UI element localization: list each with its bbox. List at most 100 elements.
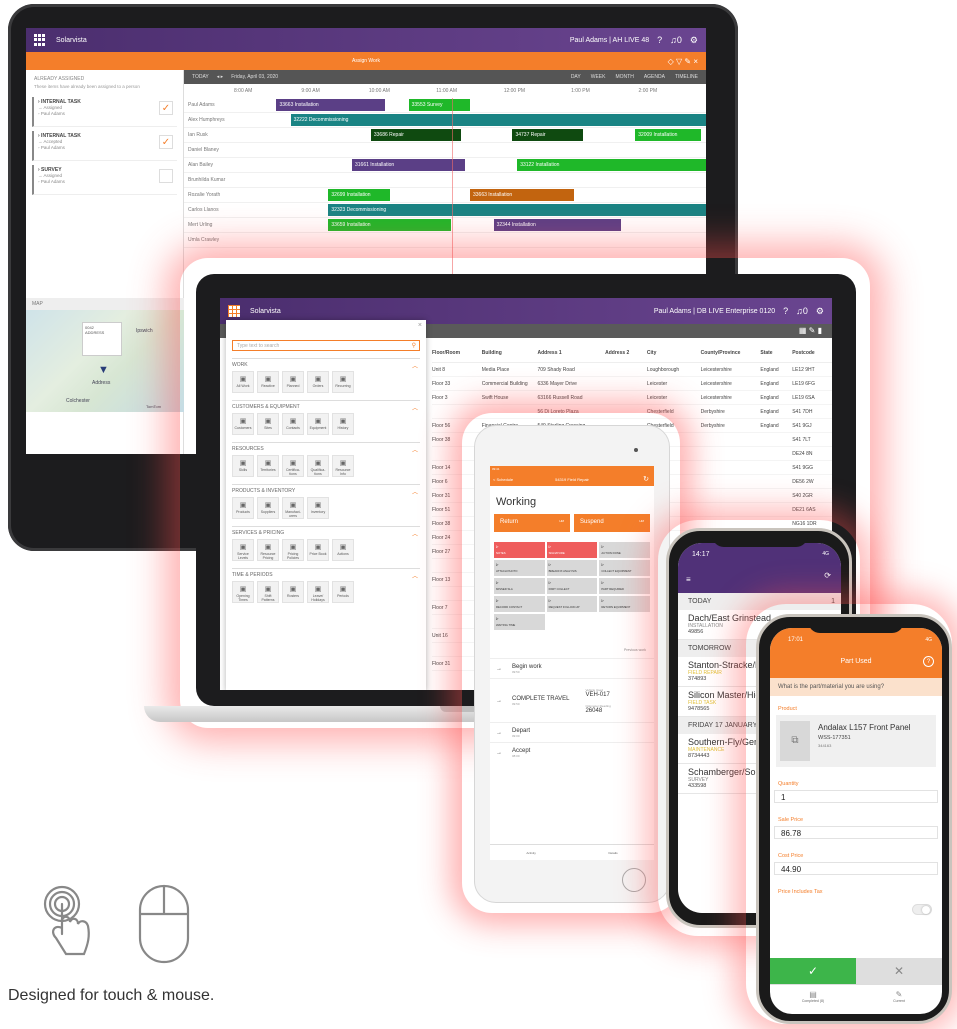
footer-completed[interactable]: ▤ Completed (8) — [770, 985, 856, 1014]
toolbar-actions-icons[interactable]: ▦ ✎ ▮ — [799, 326, 822, 335]
column-header[interactable]: Address 1 — [537, 350, 605, 356]
tax-toggle[interactable] — [912, 904, 932, 915]
cancel-button[interactable]: ✕ — [856, 958, 942, 984]
status-button[interactable]: Suspend HM — [574, 514, 650, 532]
tab-details[interactable]: Details — [609, 851, 618, 860]
column-header[interactable]: Postcode — [792, 350, 832, 356]
column-header[interactable]: City — [647, 350, 701, 356]
table-row[interactable]: Floor 3 Swift House 63166 Russell Road Leic… — [432, 391, 832, 405]
menu-tile[interactable]: ▣ Skills — [232, 455, 254, 477]
menu-tile[interactable]: ▣ Resource Info — [332, 455, 354, 477]
table-row[interactable]: Floor 33 Commercial Building 6336 Mayer Dr… — [432, 377, 832, 391]
menu-tile[interactable]: ▣ Service Levels — [232, 539, 254, 561]
action-tile[interactable]: ▹ ATTACH PHOTO — [494, 560, 545, 576]
action-tile[interactable]: ▹ REQUEST FOLLOW-UP — [546, 596, 598, 612]
status-button[interactable]: Return HM — [494, 514, 570, 532]
assigned-task[interactable]: › INTERNAL TASK → Assigned ◦ Paul Adams ✓ — [32, 97, 177, 127]
map-pin-icon[interactable]: ▼ — [98, 364, 109, 376]
menu-tile[interactable]: ▣ Equipment — [307, 413, 329, 435]
menu-tile[interactable]: ▣ Actions — [332, 539, 354, 561]
apps-grid-icon[interactable] — [228, 305, 240, 317]
menu-tile[interactable]: ▣ Manufact-urers — [282, 497, 304, 519]
previous-work-link[interactable]: Previous work — [490, 630, 654, 658]
chevron-up-icon[interactable]: ︿ — [412, 403, 418, 412]
menu-search-input[interactable]: Type text to search ⚲ — [232, 340, 420, 351]
user-label[interactable]: Paul Adams | DB LIVE Enterprise 0120 — [654, 308, 775, 315]
menu-tile[interactable]: ▣ Products — [232, 497, 254, 519]
view-tab[interactable]: WEEK — [591, 74, 606, 80]
column-header[interactable]: State — [760, 350, 792, 356]
footer-current[interactable]: ✎ Current — [856, 985, 942, 1014]
menu-tile[interactable]: ▣ Pricing Policies — [282, 539, 304, 561]
menu-tile[interactable]: ▣ Customers — [232, 413, 254, 435]
chevron-up-icon[interactable]: ︿ — [412, 361, 418, 370]
action-tile[interactable]: ▹ PART REQUIRED — [599, 578, 650, 594]
column-header[interactable]: Floor/Room — [432, 350, 482, 356]
confirm-button[interactable]: ✓ — [770, 958, 856, 984]
action-tile[interactable]: ▹ ACTION DONE — [599, 542, 650, 558]
task-checkbox[interactable]: ✓ — [159, 101, 173, 115]
menu-tile[interactable]: ▣ All Work — [232, 371, 254, 393]
timeline-item[interactable]: → Accept 08:00 — [490, 742, 654, 762]
job-bar[interactable]: 32222 Decommissioning — [290, 114, 706, 126]
menu-icon[interactable]: ≡ — [686, 575, 691, 584]
close-icon[interactable]: × — [418, 322, 422, 329]
refresh-icon[interactable]: ↻ — [643, 475, 649, 483]
job-bar[interactable]: 33659 Installation — [328, 219, 452, 231]
menu-tile[interactable]: ▣ Contacts — [282, 413, 304, 435]
timeline-item[interactable]: → Begin work 09:50 — [490, 658, 654, 678]
view-tab[interactable]: DAY — [571, 74, 581, 80]
help-icon[interactable]: ? — [657, 35, 662, 45]
menu-tile[interactable]: ▣ Reactive — [257, 371, 279, 393]
back-button[interactable]: < Schedule — [493, 477, 513, 482]
menu-tile[interactable]: ▣ Recurring — [332, 371, 354, 393]
view-tab[interactable]: AGENDA — [644, 74, 665, 80]
prev-next-icons[interactable]: ◂ ▸ — [217, 74, 223, 80]
column-header[interactable]: County/Province — [701, 350, 761, 356]
job-bar[interactable]: 32699 Installation — [328, 189, 390, 201]
job-bar[interactable]: 33553 Survey — [408, 99, 470, 111]
job-bar[interactable]: 33663 Installation — [470, 189, 574, 201]
column-header[interactable]: Address 2 — [605, 350, 647, 356]
menu-tile[interactable]: ▣ Resource Pricing — [257, 539, 279, 561]
search-icon[interactable]: ⚲ — [412, 342, 416, 349]
menu-tile[interactable]: ▣ Qualifica-tions — [307, 455, 329, 477]
job-bar[interactable]: 32009 Installation — [635, 129, 702, 141]
action-tile[interactable]: ▹ NOTES — [494, 542, 545, 558]
table-row[interactable]: Unit 8 Media Place 709 Shady Road Loughboro… — [432, 363, 832, 377]
assigned-task[interactable]: › INTERNAL TASK → Accepted ◦ Paul Adams ✓ — [32, 131, 177, 161]
map-view[interactable]: 0042 ADDRESS ▼ Ipswich Address Colcheste… — [26, 310, 184, 412]
timeline-item[interactable]: → Depart 09:00 — [490, 722, 654, 742]
user-label[interactable]: Paul Adams | AH LIVE 48 — [570, 37, 649, 44]
product-card[interactable]: ⧉ Andalax L157 Front Panel WSS-177351 34… — [776, 715, 936, 767]
quantity-input[interactable]: 1 — [774, 790, 938, 803]
task-checkbox[interactable]: ✓ — [159, 135, 173, 149]
menu-tile[interactable]: ▣ Shift Patterns — [257, 581, 279, 603]
action-tile[interactable]: ▹ COLLECT EQUIPMENT — [599, 560, 650, 576]
date-label[interactable]: Friday, April 03, 2020 — [231, 74, 278, 80]
task-checkbox[interactable] — [159, 169, 173, 183]
action-tile[interactable]: ▹ RETURN EQUIPMENT — [599, 596, 650, 612]
action-tile[interactable]: ▹ SIGNATURE — [546, 542, 598, 558]
menu-tile[interactable]: ▣ Periods — [332, 581, 354, 603]
job-bar[interactable]: 33122 Installation — [517, 159, 706, 171]
action-tile[interactable]: ▹ RECORD CONTACT — [494, 596, 545, 612]
tablet-home-button[interactable] — [622, 868, 646, 892]
help-icon[interactable]: ? — [923, 656, 934, 667]
apps-grid-icon[interactable] — [34, 34, 46, 46]
tab-activity[interactable]: Activity — [526, 851, 536, 860]
chevron-up-icon[interactable]: ︿ — [412, 529, 418, 538]
assigned-task[interactable]: › SURVEY → Assigned ◦ Paul Adams — [32, 165, 177, 195]
sale-price-input[interactable]: 86.78 — [774, 826, 938, 839]
chevron-up-icon[interactable]: ︿ — [412, 445, 418, 454]
menu-tile[interactable]: ▣ Price Book — [307, 539, 329, 561]
menu-tile[interactable]: ▣ Opening Times — [232, 581, 254, 603]
view-tab[interactable]: TIMELINE — [675, 74, 698, 80]
bell-icon[interactable]: ♫0 — [670, 35, 682, 45]
job-bar[interactable]: 32323 Decommissioning — [328, 204, 706, 216]
menu-tile[interactable]: ▣ Territories — [257, 455, 279, 477]
action-tile[interactable]: ▹ PART COLLECT — [546, 578, 598, 594]
menu-tile[interactable]: ▣ Sites — [257, 413, 279, 435]
menu-tile[interactable]: ▣ History — [332, 413, 354, 435]
job-bar[interactable]: 34737 Repair — [512, 129, 584, 141]
